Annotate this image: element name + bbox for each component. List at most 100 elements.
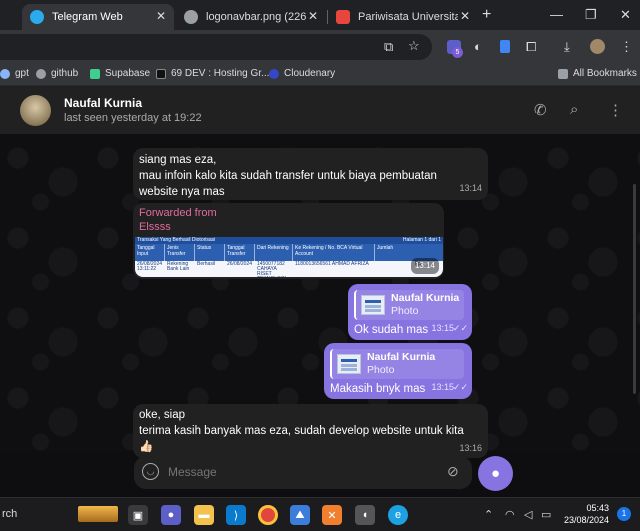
- theme-extension-icon[interactable]: ◐: [474, 39, 482, 54]
- message-time: 13:15: [431, 382, 454, 392]
- receipt-page: Halaman 1 dari 1: [402, 237, 441, 243]
- telegram-icon: [30, 10, 44, 24]
- figma-icon: [336, 10, 350, 24]
- bookmark-github[interactable]: github: [36, 68, 78, 79]
- taskbar: rch ▣ ● ▬ ⟩ ⛰ ✕ ◖ e ⌃ ◠ ◁ ▭ 05:43 23/08/…: [0, 497, 640, 531]
- teams-icon[interactable]: ●: [161, 505, 181, 525]
- reply-thumbnail: [337, 354, 361, 374]
- close-tab-icon[interactable]: ✕: [460, 9, 470, 23]
- message-list[interactable]: siang mas eza, mau infoin kalo kita suda…: [0, 134, 640, 458]
- mouse-app-icon[interactable]: ◖: [355, 505, 375, 525]
- all-bookmarks-label: All Bookmarks: [573, 68, 637, 79]
- minimize-button[interactable]: —: [550, 7, 563, 22]
- receipt-row: 26/08/2024 13:11:22 Rekening Bank Lain B…: [135, 261, 443, 278]
- message-time: 13:16: [459, 443, 482, 453]
- volume-icon[interactable]: ◁: [524, 508, 532, 521]
- extensions-puzzle-icon[interactable]: ⧠: [526, 39, 536, 55]
- receipt-col: Tanggal Input: [135, 244, 165, 261]
- telegram-app: Naufal Kurnia last seen yesterday at 19:…: [0, 87, 640, 497]
- reply-name: Naufal Kurnia: [367, 351, 436, 363]
- chat-header: Naufal Kurnia last seen yesterday at 19:…: [0, 87, 640, 134]
- message-text-line: terima kasih banyak mas eza, sudah devel…: [139, 425, 464, 437]
- task-view-icon[interactable]: ▣: [128, 505, 148, 525]
- message-incoming[interactable]: siang mas eza, mau infoin kalo kita suda…: [133, 148, 488, 200]
- menu-dots-icon[interactable]: ⋮: [620, 39, 633, 55]
- battery-icon[interactable]: ▭: [541, 508, 551, 521]
- download-icon[interactable]: ⤓: [564, 39, 570, 55]
- bookmark-supabase[interactable]: Supabase: [90, 68, 150, 79]
- chat-name[interactable]: Naufal Kurnia: [64, 96, 142, 110]
- close-tab-icon[interactable]: ✕: [156, 9, 166, 23]
- gpt-icon: [0, 68, 10, 79]
- bookmark-star-icon[interactable]: ☆: [408, 38, 420, 54]
- install-app-icon[interactable]: ⧉: [384, 39, 393, 55]
- search-icon[interactable]: ⌕: [570, 101, 578, 118]
- forwarded-sender[interactable]: Elssss: [139, 220, 438, 234]
- clock[interactable]: 05:43 23/08/2024: [557, 502, 609, 526]
- docs-extension-icon[interactable]: [500, 40, 510, 53]
- message-text-line: mau infoin kalo kita sudah transfer untu…: [139, 170, 437, 182]
- cloudenary-icon: [269, 68, 279, 79]
- reply-preview[interactable]: Naufal Kurnia Photo: [354, 290, 464, 320]
- message-incoming[interactable]: oke, siap terima kasih banyak mas eza, s…: [133, 404, 488, 458]
- reply-thumbnail: [361, 295, 385, 315]
- message-outgoing[interactable]: Naufal Kurnia Photo Ok sudah mas 13:15 ✓…: [348, 284, 472, 340]
- bookmarks-bar: gpt github Supabase 69 DEV : Hosting Gr.…: [0, 64, 640, 86]
- receipt-col: Jenis Transfer: [165, 244, 195, 261]
- tab-pariwisata[interactable]: Pariwisata Universitas Pa ✕: [328, 4, 478, 30]
- message-forwarded-photo[interactable]: Forwarded from Elssss Transaksi Yang Ber…: [133, 203, 444, 279]
- avatar[interactable]: [20, 95, 51, 126]
- microphone-button[interactable]: ●: [478, 456, 513, 491]
- chrome-icon[interactable]: [258, 505, 278, 525]
- new-tab-button[interactable]: +: [482, 6, 491, 24]
- photos-icon[interactable]: ⛰: [290, 505, 310, 525]
- read-checkmarks-icon: ✓✓: [452, 323, 468, 333]
- receipt-cell: Berhasil: [197, 261, 216, 267]
- scrollbar[interactable]: [633, 184, 636, 394]
- vscode-icon[interactable]: ⟩: [226, 505, 246, 525]
- receipt-cell: 26/08/2024: [227, 261, 253, 267]
- tab-title: logonavbar.png (226×22: [206, 11, 306, 23]
- emoji-icon[interactable]: ◡: [142, 463, 159, 480]
- profile-avatar[interactable]: [590, 39, 605, 54]
- reply-sub: Photo: [367, 364, 395, 376]
- folder-icon: [558, 68, 568, 79]
- bookmark-69dev[interactable]: 69 DEV : Hosting Gr...: [156, 68, 269, 79]
- search-box-text[interactable]: rch: [2, 508, 17, 520]
- message-text-line: oke, siap: [139, 409, 186, 421]
- bookmark-cloudenary[interactable]: Cloudenary: [269, 68, 335, 79]
- bookmark-gpt[interactable]: gpt: [0, 68, 29, 79]
- bookmark-label: 69 DEV : Hosting Gr...: [171, 68, 270, 79]
- file-explorer-icon[interactable]: ▬: [194, 505, 214, 525]
- more-options-icon[interactable]: ⋮: [608, 101, 623, 119]
- close-tab-icon[interactable]: ✕: [308, 9, 318, 23]
- message-input[interactable]: [168, 463, 438, 481]
- notification-badge[interactable]: 1: [617, 507, 631, 521]
- maximize-button[interactable]: ❐: [585, 7, 597, 23]
- message-text-line: siang mas eza,: [139, 154, 217, 166]
- all-bookmarks[interactable]: All Bookmarks: [558, 68, 637, 79]
- message-outgoing[interactable]: Naufal Kurnia Photo Makasih bnyk mas 13:…: [324, 343, 472, 399]
- close-window-button[interactable]: ✕: [620, 7, 631, 23]
- xampp-icon[interactable]: ✕: [322, 505, 342, 525]
- bookmark-label: Supabase: [105, 68, 151, 79]
- chevron-up-icon[interactable]: ⌃: [484, 508, 493, 521]
- message-composer: ◡ ⊘: [134, 456, 472, 489]
- message-text: Ok sudah mas: [354, 324, 429, 336]
- tab-telegram-web[interactable]: Telegram Web ✕: [22, 4, 174, 30]
- attach-icon[interactable]: ⊘: [447, 463, 459, 480]
- clock-date: 23/08/2024: [563, 515, 609, 525]
- receipt-col: Status: [195, 244, 225, 261]
- reply-name: Naufal Kurnia: [391, 292, 460, 304]
- wifi-icon[interactable]: ◠: [505, 508, 515, 521]
- taskbar-search-image[interactable]: [78, 506, 118, 522]
- edge-icon[interactable]: e: [388, 505, 408, 525]
- read-checkmarks-icon: ✓✓: [452, 382, 468, 392]
- receipt-col: Tanggal Transfer: [225, 244, 255, 261]
- phone-icon[interactable]: ✆: [534, 101, 547, 119]
- receipt-image[interactable]: Transaksi Yang Berhasil Diotorisasi Halam…: [135, 237, 443, 277]
- address-bar[interactable]: ⧉ ☆: [0, 34, 432, 60]
- tab-logonavbar[interactable]: logonavbar.png (226×22 ✕: [176, 4, 326, 30]
- reply-preview[interactable]: Naufal Kurnia Photo: [330, 349, 464, 379]
- browser-toolbar: ⧉ ☆ 5 ◐ ⧠ ⤓ ⋮: [0, 30, 640, 64]
